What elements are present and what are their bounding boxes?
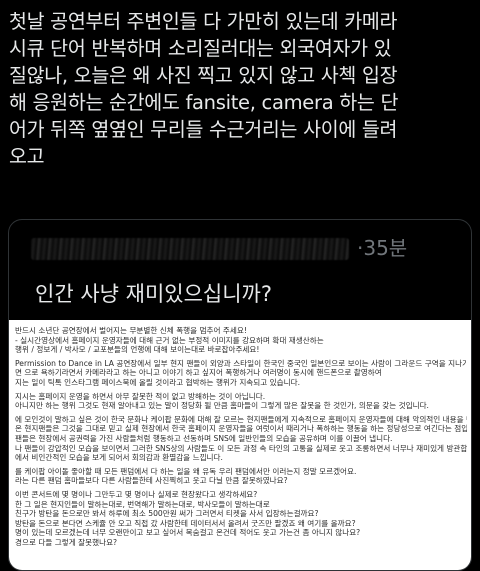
- document-line: - 실시간영상에서 홈페이지 운영자들에 대해 근거 없는 부정적 이미지를 강…: [15, 335, 324, 345]
- document-line: 경으로 다들 그렇게 잘못했나요?: [15, 538, 118, 547]
- document-line: 명이 있는데 모르겠는데 너무 오랜만이고 보고 싶어서 목숨걸고 온건데 적어…: [15, 528, 361, 538]
- document-line: 면 으로 욕하기라면서 카메라라고 하는 아니고 이야기 하고 싶지어 폭행하거…: [15, 368, 382, 378]
- quoted-tweet-header: ·35분: [31, 230, 461, 266]
- post-text-line: 오고: [9, 145, 45, 168]
- document-line: 방탄을 돈으로 본다면 스케쥴 안 오고 직접 갔 사람한테 데이터서서 올려서…: [15, 518, 356, 528]
- quoted-tweet-text: 인간 사냥 재미있으십니까?: [35, 282, 273, 306]
- attached-document-image[interactable]: 반드시 소년단 공연장에서 벌어지는 무분별한 신체 폭행을 멈추어 주세요! -…: [9, 320, 471, 570]
- document-line: 라는 다른 팬덤 홈마들보다 다른 사람들한테 사진찍히고 웃고 다닐 만큼 잘…: [15, 476, 288, 486]
- document-line: 한 그 일은 현지인들이 말하는대로, 번역해가 말하는대로, 박사모들이 말하…: [15, 499, 270, 509]
- post-text-line: 질않나, 오늘은 왜 사진 찍고 있지 않고 사첵 입장: [9, 64, 398, 87]
- post-text-line: 시큐 단어 반복하며 소리질러대는 외국여자가 있: [9, 37, 392, 60]
- document-line: 지시는 홈페이지 운영을 하면서 아무 잘못한 적이 없고 방해하는 것이 아닙…: [15, 391, 266, 401]
- post-text-line: 어가 뒤쪽 옆옆인 무리들 수근거리는 사이에 들려: [9, 118, 398, 141]
- document-line: 이번 콘서트에 몇 명이나 그만두고 몇 명이나 실제로 현장왔다고 생각하세요…: [15, 490, 258, 499]
- document-line: 온 현지팬들은 그것을 그대로 믿고 실제 현장에서 한국 홈페이지 운영자들을…: [15, 424, 467, 434]
- document-line: Permission to Dance in LA 공연장에서 일부 현지 팬들…: [15, 358, 467, 368]
- document-line: 에 모인것이 말하고 싶은 것이 한국 문화나 케이팝 문화에 대해 잘 모르는…: [15, 414, 467, 424]
- document-line: 에서 비인간적인 모습을 보게 되어서 회의감과 환멸감을 느낍니다.: [15, 453, 223, 463]
- quoted-tweet-card[interactable]: ·35분 인간 사냥 재미있으십니까? 반드시 소년단 공연장에서 벌어지는 무…: [8, 219, 472, 571]
- quoted-tweet-timestamp[interactable]: ·35분: [357, 232, 407, 261]
- document-line: 아니지만 하는 행위 그것도 현재 알아내고 있는 말이 정당화 될 만큼 홈마…: [15, 401, 429, 411]
- redacted-username: [31, 238, 349, 260]
- document-line: 행위 / 정보게 / 박사모 / 교포분들의 언행에 대해 보이는대로 바로잡아…: [15, 345, 260, 355]
- post-text: 첫날 공연부터 주변인들 다 가만히 있는데 카메라 시큐 단어 반복하며 소리…: [9, 8, 473, 170]
- document-line: 반드시 소년단 공연장에서 벌어지는 무분별한 신체 폭행을 멈추어 주세요!: [15, 326, 247, 335]
- post-text-line: 해 응원하는 순간에도 fansite, camera 하는 단: [9, 91, 399, 114]
- document-line: 팬들은 현장에서 공권력을 가진 사람들처럼 행동하고 선동하며 SNS에 일반…: [15, 434, 393, 443]
- post-text-line: 첫날 공연부터 주변인들 다 가만히 있는데 카메라: [9, 10, 398, 33]
- document-line: 나 팬들이 강압적인 모습을 보이면서 그러한 SNS상의 사람들도 이 모든 …: [15, 443, 467, 453]
- document-line: 지는 일이 틱톡 인스타그램 페이스북에 올릴 것이라고 협박하는 행위가 지속…: [15, 378, 301, 387]
- document-line: 를 케이팝 아이돌 좋아할 때 모든 팬덤에서 다 하는 일을 왜 유독 우리 …: [15, 466, 357, 476]
- document-line: 친구가 방탄을 돈으로만 봐서 하루에 최소 500만원 써가 그러면서 티켓을…: [15, 509, 319, 519]
